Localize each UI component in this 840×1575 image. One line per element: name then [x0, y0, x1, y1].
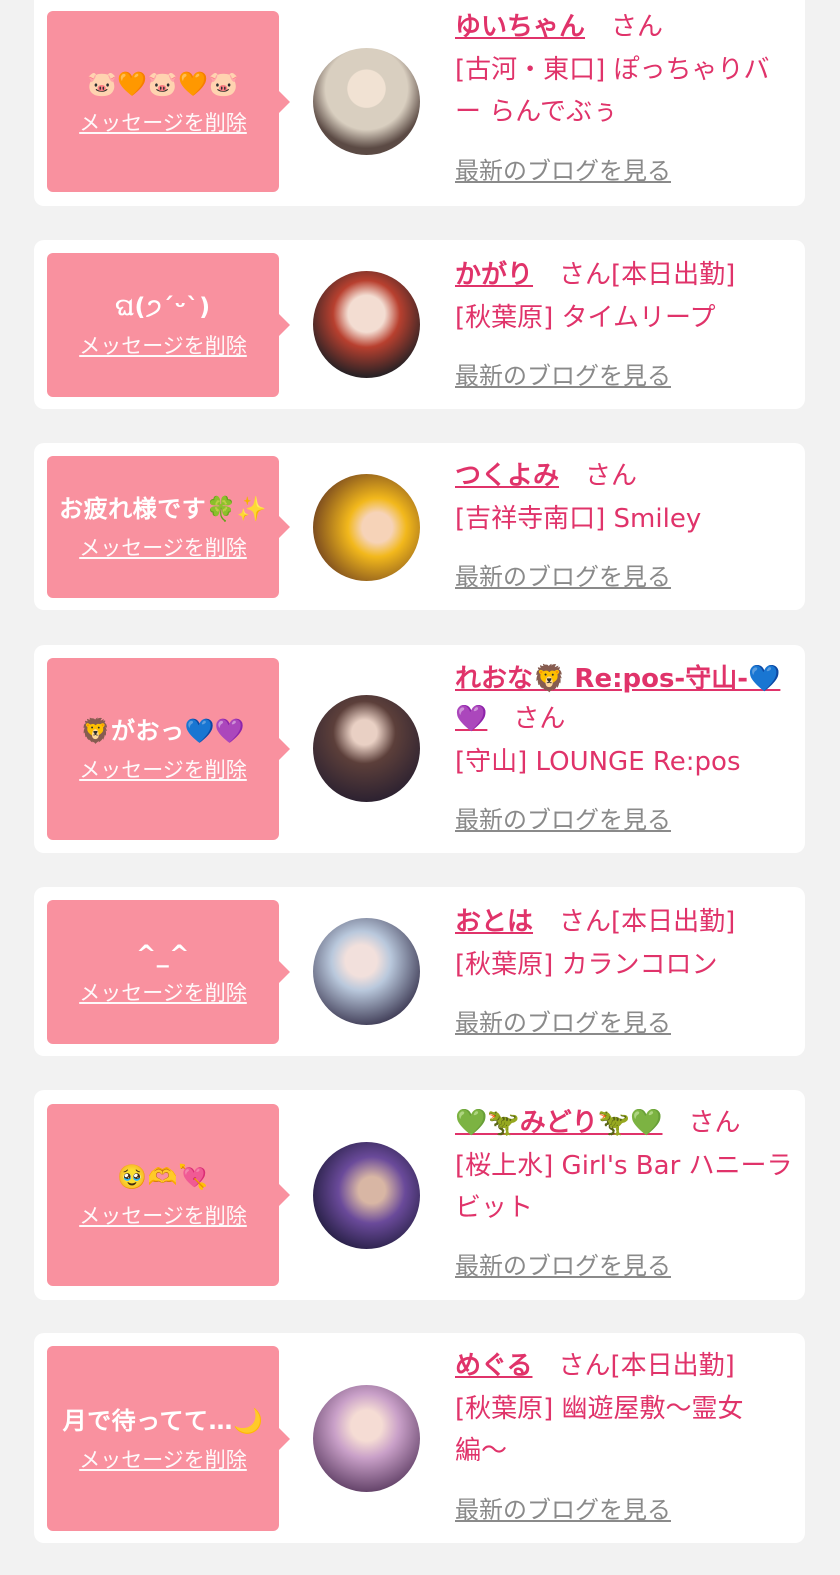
avatar[interactable] — [313, 695, 420, 802]
delete-message-link[interactable]: メッセージを削除 — [79, 533, 247, 563]
profile-name-link[interactable]: めぐる — [455, 1351, 532, 1381]
shop-name: [桜上水] Girl's Bar ハニーラビット — [455, 1151, 793, 1223]
delete-message-link[interactable]: メッセージを削除 — [79, 331, 247, 361]
message-bubble: 🐷🧡🐷🧡🐷 メッセージを削除 — [47, 11, 290, 192]
message-bubble: 🦁がおっ💙💜 メッセージを削除 — [47, 658, 290, 840]
message-text: 🥹🫶💘 — [117, 1163, 209, 1191]
delete-message-link[interactable]: メッセージを削除 — [79, 108, 247, 138]
honorific-suffix: さん[本日出勤] — [558, 1351, 735, 1381]
message-text: 🐷🧡🐷🧡🐷 — [87, 69, 239, 98]
message-text: お疲れ様です🍀✨ — [59, 495, 267, 523]
view-blog-link[interactable]: 最新のブログを見る — [455, 1495, 671, 1525]
avatar[interactable] — [313, 271, 420, 378]
list-item: ^_^ メッセージを削除 おとは さん[本日出勤] [秋葉原] カランコロン 最新… — [34, 887, 805, 1056]
avatar[interactable] — [313, 918, 420, 1025]
view-blog-link[interactable]: 最新のブログを見る — [455, 562, 671, 592]
honorific-suffix: さん — [611, 12, 664, 42]
honorific-suffix: さん[本日出勤] — [559, 907, 736, 937]
avatar[interactable] — [313, 1385, 420, 1492]
delete-message-link[interactable]: メッセージを削除 — [79, 978, 247, 1008]
shop-name: [守山] LOUNGE Re:pos — [455, 747, 741, 777]
list-item: 🐷🧡🐷🧡🐷 メッセージを削除 ゆいちゃん さん [古河・東口] ぽっちゃりバー ら… — [34, 0, 805, 206]
message-bubble: お疲れ様です🍀✨ メッセージを削除 — [47, 456, 290, 598]
profile-info: つくよみ さん [吉祥寺南口] Smiley — [455, 456, 795, 540]
view-blog-link[interactable]: 最新のブログを見る — [455, 361, 671, 391]
delete-message-link[interactable]: メッセージを削除 — [79, 1201, 247, 1231]
profile-name-link[interactable]: つくよみ — [455, 461, 559, 491]
list-item: お疲れ様です🍀✨ メッセージを削除 つくよみ さん [吉祥寺南口] Smiley … — [34, 443, 805, 610]
message-text: ଘ(੭ˊᵕˋ) — [115, 293, 211, 321]
shop-name: [秋葉原] タイムリープ — [455, 303, 716, 333]
message-bubble: 月で待ってて…🌙 メッセージを削除 — [47, 1346, 290, 1531]
profile-info: ゆいちゃん さん [古河・東口] ぽっちゃりバー らんでぶぅ — [455, 7, 795, 133]
profile-info: めぐる さん[本日出勤] [秋葉原] 幽遊屋敷〜霊女編〜 — [455, 1346, 795, 1472]
view-blog-link[interactable]: 最新のブログを見る — [455, 1008, 671, 1038]
list-item: 🦁がおっ💙💜 メッセージを削除 れおな🦁 Re:pos-守山-💙💜 さん [守山]… — [34, 645, 805, 853]
view-blog-link[interactable]: 最新のブログを見る — [455, 805, 671, 835]
honorific-suffix: さん[本日出勤] — [559, 260, 736, 290]
favorites-list: 🐷🧡🐷🧡🐷 メッセージを削除 ゆいちゃん さん [古河・東口] ぽっちゃりバー ら… — [0, 0, 840, 1575]
view-blog-link[interactable]: 最新のブログを見る — [455, 1251, 671, 1281]
message-bubble: ^_^ メッセージを削除 — [47, 900, 290, 1044]
honorific-suffix: さん — [585, 461, 638, 491]
profile-name-link[interactable]: れおな🦁 Re:pos-守山-💙💜 — [455, 664, 780, 734]
message-bubble: ଘ(੭ˊᵕˋ) メッセージを削除 — [47, 253, 290, 397]
profile-info: 💚🦖みどり🦖💚 さん [桜上水] Girl's Bar ハニーラビット — [455, 1103, 795, 1229]
honorific-suffix: さん — [688, 1108, 741, 1138]
view-blog-link[interactable]: 最新のブログを見る — [455, 156, 671, 186]
profile-name-link[interactable]: おとは — [455, 907, 533, 937]
shop-name: [秋葉原] カランコロン — [455, 950, 718, 980]
profile-name-link[interactable]: かがり — [455, 260, 533, 290]
list-item: 月で待ってて…🌙 メッセージを削除 めぐる さん[本日出勤] [秋葉原] 幽遊屋敷… — [34, 1333, 805, 1543]
message-bubble: 🥹🫶💘 メッセージを削除 — [47, 1104, 290, 1286]
avatar[interactable] — [313, 474, 420, 581]
list-item: 🥹🫶💘 メッセージを削除 💚🦖みどり🦖💚 さん [桜上水] Girl's Bar … — [34, 1090, 805, 1300]
shop-name: [古河・東口] ぽっちゃりバー らんでぶぅ — [455, 55, 770, 127]
shop-name: [吉祥寺南口] Smiley — [455, 504, 702, 534]
profile-info: れおな🦁 Re:pos-守山-💙💜 さん [守山] LOUNGE Re:pos — [455, 659, 795, 783]
shop-name: [秋葉原] 幽遊屋敷〜霊女編〜 — [455, 1394, 744, 1466]
honorific-suffix: さん — [513, 704, 566, 734]
delete-message-link[interactable]: メッセージを削除 — [79, 1445, 247, 1475]
avatar[interactable] — [313, 48, 420, 155]
avatar[interactable] — [313, 1142, 420, 1249]
message-text: 🦁がおっ💙💜 — [80, 717, 246, 745]
message-text: ^_^ — [136, 940, 190, 968]
list-item: ଘ(੭ˊᵕˋ) メッセージを削除 かがり さん[本日出勤] [秋葉原] タイムリー… — [34, 240, 805, 409]
delete-message-link[interactable]: メッセージを削除 — [79, 755, 247, 785]
profile-name-link[interactable]: ゆいちゃん — [455, 12, 585, 42]
message-text: 月で待ってて…🌙 — [62, 1406, 264, 1435]
profile-info: かがり さん[本日出勤] [秋葉原] タイムリープ — [455, 255, 795, 339]
profile-info: おとは さん[本日出勤] [秋葉原] カランコロン — [455, 902, 795, 986]
profile-name-link[interactable]: 💚🦖みどり🦖💚 — [455, 1108, 663, 1138]
